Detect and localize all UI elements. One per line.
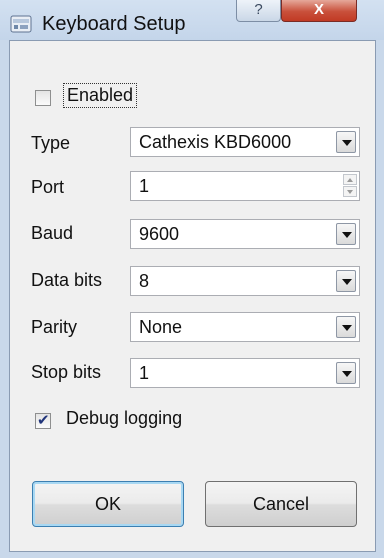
window-title: Keyboard Setup: [42, 13, 186, 35]
keyboard-setup-window: Keyboard Setup ? X Enabled Type Cathexis…: [0, 0, 384, 558]
baud-dropdown[interactable]: 9600: [130, 219, 360, 249]
port-stepper[interactable]: 1: [130, 171, 360, 201]
chevron-down-icon[interactable]: [336, 362, 356, 384]
stop-bits-value: 1: [139, 363, 150, 383]
debug-logging-checkbox[interactable]: [35, 411, 51, 429]
type-label: Type: [31, 133, 71, 153]
chevron-down-icon[interactable]: [336, 270, 356, 292]
port-value: 1: [139, 176, 150, 196]
data-bits-value: 8: [139, 271, 150, 291]
stop-bits-dropdown[interactable]: 1: [130, 358, 360, 388]
help-button[interactable]: ?: [236, 0, 281, 22]
parity-label: Parity: [31, 317, 78, 337]
ok-button[interactable]: OK: [32, 481, 184, 527]
data-bits-dropdown[interactable]: 8: [130, 266, 360, 296]
keyboard-app-icon: [10, 14, 32, 34]
chevron-down-icon[interactable]: [336, 316, 356, 338]
title-bar[interactable]: Keyboard Setup ? X: [0, 0, 384, 40]
chevron-down-icon[interactable]: [336, 223, 356, 245]
port-spin-arrows: [343, 174, 357, 198]
close-button[interactable]: X: [281, 0, 357, 22]
spin-down-icon[interactable]: [343, 186, 357, 197]
baud-label: Baud: [31, 223, 74, 243]
enabled-label[interactable]: Enabled: [63, 83, 138, 108]
data-bits-label: Data bits: [31, 270, 103, 290]
type-dropdown[interactable]: Cathexis KBD6000: [130, 127, 360, 157]
stop-bits-label: Stop bits: [31, 362, 102, 382]
debug-logging-label[interactable]: Debug logging: [66, 408, 182, 429]
parity-value: None: [139, 317, 183, 337]
parity-dropdown[interactable]: None: [130, 312, 360, 342]
spin-up-icon[interactable]: [343, 174, 357, 185]
type-value: Cathexis KBD6000: [139, 132, 292, 152]
chevron-down-icon[interactable]: [336, 131, 356, 153]
enabled-checkbox[interactable]: [35, 90, 51, 106]
dialog-body: Enabled Type Cathexis KBD6000 Port 1 Bau…: [9, 40, 376, 552]
cancel-button[interactable]: Cancel: [205, 481, 357, 527]
baud-value: 9600: [139, 224, 180, 244]
port-label: Port: [31, 177, 65, 197]
